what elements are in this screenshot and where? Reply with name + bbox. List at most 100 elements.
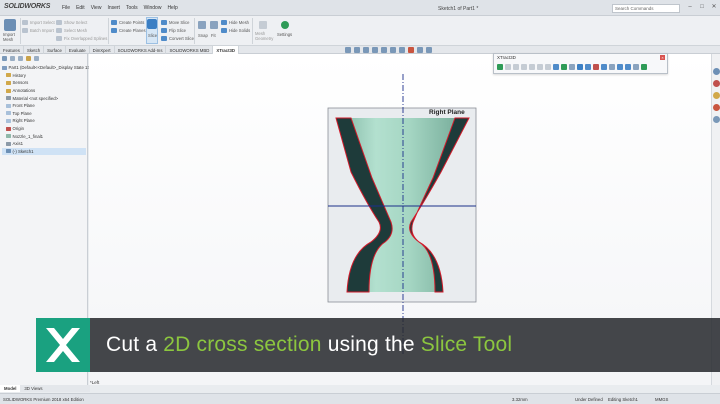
create-points-button[interactable]: Create Points [119, 20, 144, 25]
tool-icon[interactable] [609, 64, 615, 70]
display-manager-icon[interactable] [34, 56, 39, 61]
create-planes-icon[interactable] [111, 28, 117, 33]
menu-insert[interactable]: Insert [107, 5, 120, 11]
unit-system[interactable]: MMGS [655, 397, 668, 402]
property-manager-icon[interactable] [10, 56, 15, 61]
resources-icon[interactable] [713, 68, 720, 75]
tool-icon[interactable] [617, 64, 623, 70]
tab-solidworks-addins[interactable]: SOLIDWORKS Add-Ins [115, 46, 167, 54]
tool-icon[interactable] [545, 64, 551, 70]
flip-slice-button[interactable]: Flip Slice [169, 28, 186, 33]
tab-surface[interactable]: Surface [44, 46, 66, 54]
tool-icon[interactable] [537, 64, 543, 70]
tool-icon[interactable] [569, 64, 575, 70]
close-icon[interactable]: ✕ [710, 3, 718, 11]
file-explorer-icon[interactable] [713, 92, 720, 99]
feature-tree-icon[interactable] [2, 56, 7, 61]
tree-item-sketch[interactable]: (-) Sketch1 [2, 147, 86, 156]
create-points-icon[interactable] [111, 20, 117, 25]
show-select-icon[interactable] [56, 20, 62, 25]
snap-button[interactable]: Snap [198, 33, 208, 38]
create-planes-button[interactable]: Create Planes [119, 28, 146, 33]
scene-icon[interactable] [417, 47, 423, 53]
menu-help[interactable]: Help [167, 5, 177, 11]
select-mesh-icon[interactable] [56, 28, 62, 33]
settings-gear-icon[interactable] [641, 64, 647, 70]
import-select-icon[interactable] [22, 20, 28, 25]
custom-properties-icon[interactable] [713, 116, 720, 123]
display-style-icon[interactable] [390, 47, 396, 53]
tree-item-right-plane[interactable]: Right Plane [2, 117, 86, 125]
menu-window[interactable]: Window [144, 5, 162, 11]
tree-item-part[interactable]: Part1 (Default<<Default>_Display State 1… [2, 64, 91, 72]
menu-file[interactable]: File [62, 5, 70, 11]
tab-dimxpert[interactable]: DimXpert [90, 46, 115, 54]
appearances-icon[interactable] [713, 104, 720, 111]
tab-xtract3d[interactable]: XTract3D [213, 46, 239, 54]
tool-icon[interactable] [529, 64, 535, 70]
show-select-button[interactable]: Show Select [64, 20, 87, 25]
hide-mesh-icon[interactable] [221, 20, 227, 25]
view-settings-icon[interactable] [426, 47, 432, 53]
convert-slice-button[interactable]: Convert Slice [169, 36, 194, 41]
fix-splines-icon[interactable] [56, 36, 62, 41]
maximize-icon[interactable]: □ [698, 3, 706, 11]
tree-item-nozzle[interactable]: Nozzle_1_final1 [2, 132, 86, 140]
tool-icon[interactable] [513, 64, 519, 70]
tool-icon[interactable] [561, 64, 567, 70]
tree-item-top-plane[interactable]: Top Plane [2, 110, 86, 118]
snap-icon[interactable] [198, 21, 206, 29]
tree-item-annotations[interactable]: Annotations [2, 87, 86, 95]
solidworks-logo[interactable]: SOLIDWORKS [4, 3, 50, 10]
import-mesh-button[interactable]: Import Mesh [3, 32, 19, 42]
mesh-geometry-button[interactable]: Mesh Geometry [255, 31, 273, 41]
dimxpert-icon[interactable] [26, 56, 31, 61]
configuration-icon[interactable] [18, 56, 23, 61]
import-icon[interactable] [497, 64, 503, 70]
design-library-icon[interactable] [713, 80, 720, 87]
import-select-button[interactable]: Import Select [30, 20, 55, 25]
close-icon[interactable]: × [660, 55, 665, 60]
tool-icon[interactable] [633, 64, 639, 70]
tab-sketch[interactable]: Sketch [24, 46, 45, 54]
slice-icon[interactable] [147, 19, 157, 29]
tab-model[interactable]: Model [0, 385, 21, 392]
tree-item-history[interactable]: History [2, 72, 86, 80]
search-commands-input[interactable]: Search Commands [612, 4, 680, 13]
tab-3d-views[interactable]: 3D Views [20, 385, 46, 392]
fit-button[interactable]: Fit [211, 33, 216, 38]
batch-import-button[interactable]: Batch Import [30, 28, 54, 33]
menu-tools[interactable]: Tools [126, 5, 138, 11]
convert-slice-icon[interactable] [161, 36, 167, 41]
tree-item-material[interactable]: Material <not specified> [2, 94, 86, 102]
tree-item-axis[interactable]: Axis1 [2, 140, 86, 148]
tree-item-origin[interactable]: Origin [2, 125, 86, 133]
zoom-area-icon[interactable] [354, 47, 360, 53]
tool-icon[interactable] [593, 64, 599, 70]
tree-item-sensors[interactable]: Sensors [2, 79, 86, 87]
tree-item-front-plane[interactable]: Front Plane [2, 102, 86, 110]
hide-solids-button[interactable]: Hide Solids [229, 28, 250, 33]
import-mesh-icon[interactable] [4, 19, 16, 31]
settings-gear-icon[interactable] [281, 21, 289, 29]
tool-icon[interactable] [601, 64, 607, 70]
fit-icon[interactable] [210, 21, 218, 29]
tool-icon[interactable] [625, 64, 631, 70]
move-slice-button[interactable]: Move Slice [169, 20, 189, 25]
flip-slice-icon[interactable] [161, 28, 167, 33]
zoom-to-fit-icon[interactable] [345, 47, 351, 53]
settings-button[interactable]: Settings [277, 32, 292, 37]
select-mesh-button[interactable]: Select Mesh [64, 28, 87, 33]
appearance-icon[interactable] [408, 47, 414, 53]
tab-features[interactable]: Features [0, 46, 24, 54]
hide-mesh-button[interactable]: Hide Mesh [229, 20, 249, 25]
slice-button[interactable]: Slice [148, 33, 157, 38]
batch-import-icon[interactable] [22, 28, 28, 33]
hide-show-icon[interactable] [399, 47, 405, 53]
view-orientation-icon[interactable] [381, 47, 387, 53]
mesh-geometry-icon[interactable] [259, 21, 267, 29]
menu-edit[interactable]: Edit [76, 5, 85, 11]
previous-view-icon[interactable] [363, 47, 369, 53]
slice-icon[interactable] [577, 64, 583, 70]
move-slice-icon[interactable] [161, 20, 167, 25]
